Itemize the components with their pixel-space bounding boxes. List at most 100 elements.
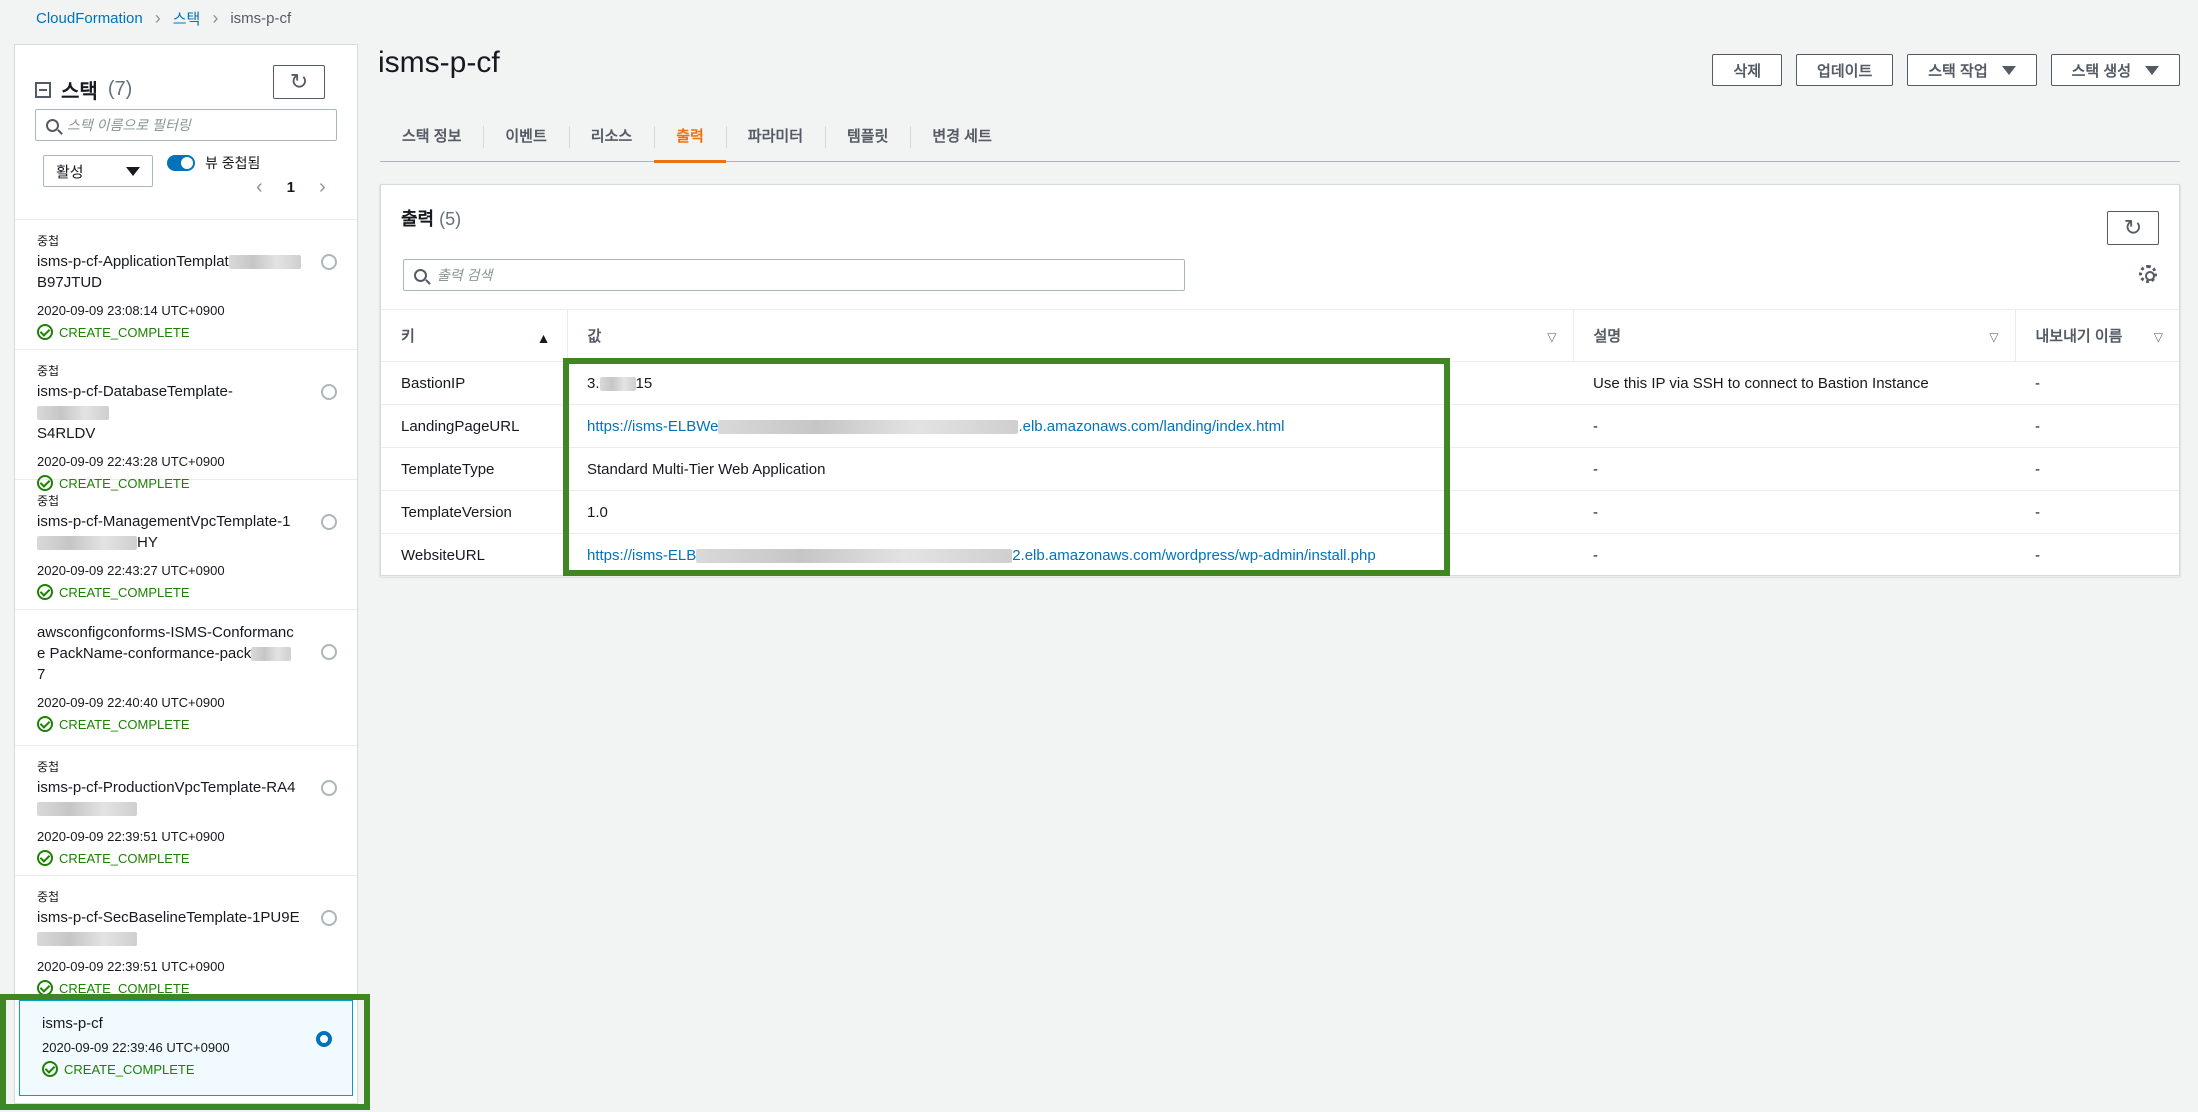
stack-name[interactable]: isms-p-cf-SecBaselineTemplate-1PU9E [37,907,301,949]
breadcrumb-current: isms-p-cf [230,9,292,27]
current-page[interactable]: 1 [287,179,295,196]
nested-view-toggle[interactable]: 뷰 중첩됨 [167,153,260,173]
column-header-value[interactable]: 값 ▽ [566,309,1573,362]
stack-list-panel: 스택 (7) ↻ 스택 이름으로 필터링 활성 뷰 중첩됨 중첩 isms-p-… [14,44,358,1104]
tab-resources[interactable]: 리소스 [568,110,654,161]
nested-label: 중첩 [37,890,60,904]
chevron-right-icon: › [154,7,161,28]
stack-status-value: 활성 [56,163,84,181]
column-header-export-name[interactable]: 내보내기 이름 ▽ [2014,309,2179,362]
output-description: - [1573,533,2015,577]
sort-icon[interactable]: ▽ [1547,330,1556,344]
table-header-row: 키 ▲ 값 ▽ 설명 ▽ 내보내기 이름 ▽ [381,309,2179,362]
stack-count: (7) [107,78,133,100]
create-stack-label: 스택 생성 [2071,62,2131,80]
nested-label: 중첩 [37,760,60,774]
column-header-description[interactable]: 설명 ▽ [1572,309,2015,362]
stack-list-item[interactable]: 중첩 isms-p-cf-DatabaseTemplate- S4RLDV 202… [15,350,357,491]
stack-detail-tabs: 스택 정보 이벤트 리소스 출력 파라미터 템플릿 변경 세트 [380,110,2180,163]
stack-filter-input[interactable]: 스택 이름으로 필터링 [35,109,337,141]
stack-actions-dropdown[interactable]: 스택 작업 [1907,54,2037,86]
nested-label: 중첩 [37,494,60,508]
sort-icon[interactable]: ▽ [1989,330,1998,344]
output-description: Use this IP via SSH to connect to Bastio… [1573,361,2015,405]
stack-name[interactable]: isms-p-cf-ProductionVpcTemplate-RA4 [37,777,301,819]
output-key: WebsiteURL [381,533,567,577]
tab-stack-info[interactable]: 스택 정보 [380,110,483,161]
stack-list-item[interactable]: 중첩 isms-p-cf-ManagementVpcTemplate-1 HY 2… [15,480,357,610]
stack-name[interactable]: awsconfigconforms-ISMS-Conformance PackN… [37,622,301,685]
stack-status: CREATE_COMPLETE [37,716,301,732]
nested-label: 중첩 [37,364,60,378]
stack-radio[interactable] [321,910,337,926]
sort-ascending-icon[interactable]: ▲ [537,330,551,346]
output-key: LandingPageURL [381,404,567,448]
output-key: TemplateVersion [381,490,567,534]
outputs-count: (5) [439,209,462,229]
outputs-search-input[interactable]: 출력 검색 [403,259,1185,291]
chevron-right-icon[interactable]: › [319,176,326,199]
tab-outputs[interactable]: 출력 [654,110,726,163]
collapse-icon[interactable] [35,81,51,98]
breadcrumb: CloudFormation › 스택 › isms-p-cf [36,6,291,30]
outputs-refresh-button[interactable]: ↻ [2107,211,2159,245]
stack-status-select[interactable]: 활성 [43,155,153,187]
check-circle-icon [37,716,53,732]
stack-time: 2020-09-09 22:39:51 UTC+0900 [37,829,225,844]
stack-radio[interactable] [321,254,337,270]
refresh-icon: ↻ [289,69,309,94]
stack-time: 2020-09-09 22:43:27 UTC+0900 [37,563,225,578]
delete-button[interactable]: 삭제 [1712,54,1783,86]
output-description: - [1573,404,2015,448]
breadcrumb-stacks-link[interactable]: 스택 [173,8,201,29]
output-export: - [2015,490,2179,534]
check-circle-icon [37,850,53,866]
tab-template[interactable]: 템플릿 [825,110,910,161]
chevron-left-icon[interactable]: ‹ [256,176,263,199]
stack-filter-placeholder: 스택 이름으로 필터링 [67,117,191,133]
stack-list-item[interactable]: awsconfigconforms-ISMS-Conformance PackN… [15,610,357,746]
stack-time: 2020-09-09 23:08:14 UTC+0900 [37,303,225,318]
tab-parameters[interactable]: 파라미터 [725,110,825,161]
stack-actions-label: 스택 작업 [1928,62,1988,80]
output-description: - [1573,447,2015,491]
stack-list-item[interactable]: 중첩 isms-p-cf-SecBaselineTemplate-1PU9E 2… [15,876,357,996]
stack-time: 2020-09-09 22:39:51 UTC+0900 [37,959,225,974]
stack-list-item[interactable]: 중첩 isms-p-cf-ProductionVpcTemplate-RA4 2… [15,746,357,876]
caret-down-icon [126,166,140,176]
stack-refresh-button[interactable]: ↻ [273,65,325,99]
stack-name[interactable]: isms-p-cf-ApplicationTemplat B97JTUD [37,251,301,293]
stack-radio[interactable] [321,514,337,530]
output-values-highlight [563,358,1450,576]
sort-icon[interactable]: ▽ [2154,330,2163,344]
nested-label: 중첩 [37,234,60,248]
output-export: - [2015,447,2179,491]
refresh-icon: ↻ [2123,215,2143,240]
search-icon [414,268,427,282]
stack-name[interactable]: isms-p-cf-ManagementVpcTemplate-1 HY [37,511,301,553]
output-export: - [2015,361,2179,405]
stack-actions-toolbar: 삭제 업데이트 스택 작업 스택 생성 [1712,54,2180,86]
chevron-right-icon: › [212,7,219,28]
update-button[interactable]: 업데이트 [1796,54,1894,86]
stack-name[interactable]: isms-p-cf-DatabaseTemplate- S4RLDV [37,381,301,444]
stack-list-item[interactable]: 중첩 isms-p-cf-ApplicationTemplat B97JTUD 2… [15,220,357,350]
gear-icon[interactable] [2139,265,2157,283]
tab-change-sets[interactable]: 변경 세트 [910,110,1013,161]
stack-time: 2020-09-09 22:43:28 UTC+0900 [37,454,225,469]
stack-radio[interactable] [321,780,337,796]
stack-status: CREATE_COMPLETE [37,850,301,866]
outputs-title: 출력 (5) [401,209,462,229]
column-header-key[interactable]: 키 ▲ [381,309,567,362]
breadcrumb-cloudformation-link[interactable]: CloudFormation [36,10,143,27]
stack-radio[interactable] [321,384,337,400]
stack-panel-title-text: 스택 [61,81,98,103]
caret-down-icon [2145,65,2159,75]
toggle-switch[interactable] [167,155,195,171]
stack-radio[interactable] [321,644,337,660]
selected-stack-highlight [0,994,370,1110]
tab-events[interactable]: 이벤트 [483,110,568,161]
stack-status: CREATE_COMPLETE [37,584,301,600]
caret-down-icon [2001,65,2016,75]
create-stack-dropdown[interactable]: 스택 생성 [2050,54,2180,86]
